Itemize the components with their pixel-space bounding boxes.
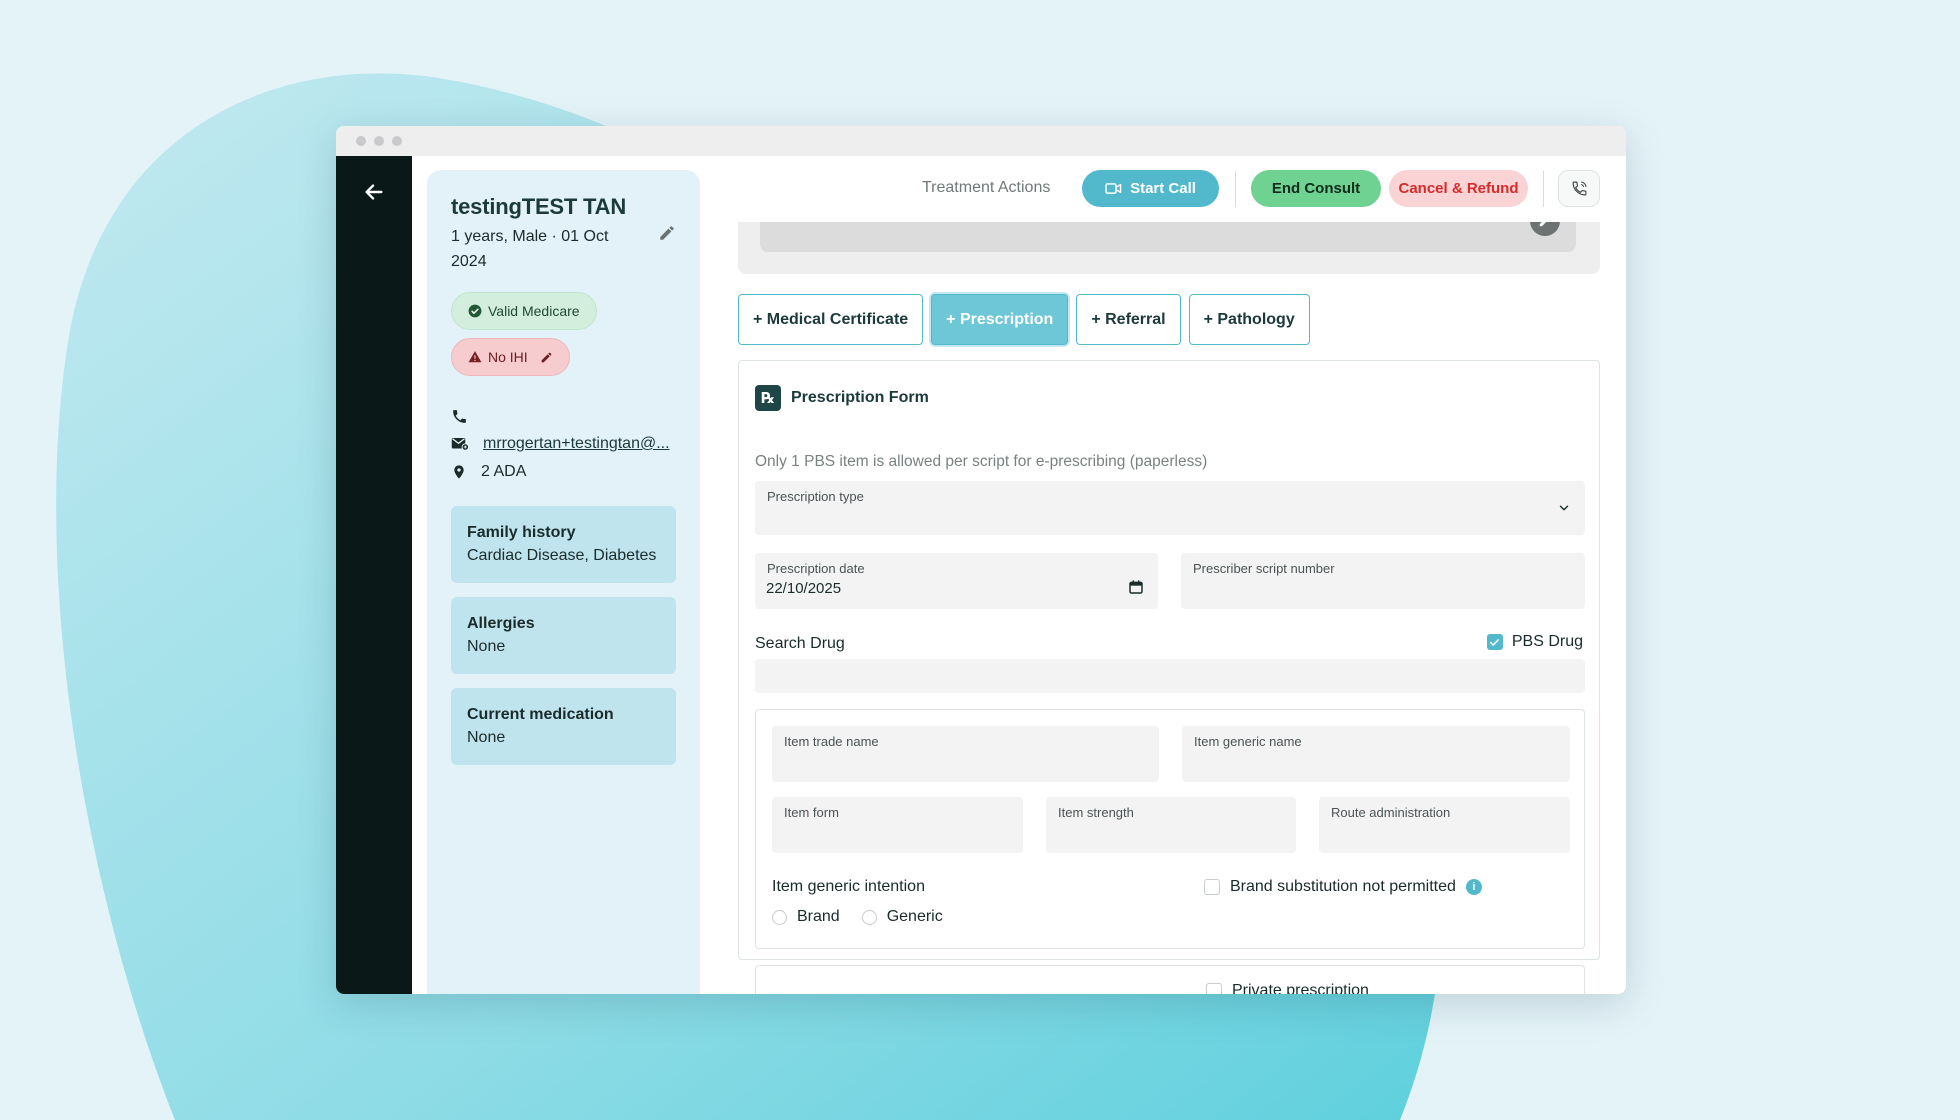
email-link[interactable]: mrrogertan+testingtan@... bbox=[483, 435, 675, 453]
start-call-button[interactable]: Start Call bbox=[1082, 170, 1219, 207]
item-form-label: Item form bbox=[784, 805, 839, 820]
patient-panel: testingTEST TAN 1 years, Male · 01 Oct 2… bbox=[427, 170, 700, 994]
tab-medical-certificate[interactable]: + Medical Certificate bbox=[738, 294, 924, 345]
additional-details-card: Private prescription bbox=[755, 965, 1585, 994]
start-call-label: Start Call bbox=[1130, 180, 1196, 197]
search-drug-input[interactable] bbox=[755, 659, 1585, 693]
prescription-date-field[interactable]: Prescription date 22/10/2025 bbox=[755, 553, 1158, 609]
location-pin-icon bbox=[454, 465, 464, 479]
address-row: 2 ADA bbox=[451, 458, 676, 486]
check-icon bbox=[1490, 638, 1500, 646]
check-circle-icon bbox=[468, 304, 482, 318]
item-generic-name-label: Item generic name bbox=[1194, 734, 1302, 749]
prescriber-script-number-field[interactable]: Prescriber script number bbox=[1181, 553, 1585, 609]
medicare-badge: Valid Medicare bbox=[451, 292, 597, 330]
generic-option-label: Generic bbox=[886, 908, 943, 925]
item-details-card: Item trade name Item generic name Item f… bbox=[755, 709, 1585, 949]
route-administration-field[interactable]: Route administration bbox=[1319, 797, 1570, 853]
toolbar-divider bbox=[1543, 171, 1544, 207]
generic-intention-options: Brand Generic bbox=[772, 908, 943, 926]
brand-option-label: Brand bbox=[797, 908, 840, 925]
treatment-actions-label: Treatment Actions bbox=[922, 179, 1051, 196]
item-generic-name-field[interactable]: Item generic name bbox=[1182, 726, 1570, 782]
document-tabs: + Medical Certificate + Prescription + R… bbox=[738, 294, 1310, 345]
prescription-date-value: 22/10/2025 bbox=[766, 580, 842, 597]
private-prescription-checkbox[interactable] bbox=[1206, 983, 1222, 994]
patient-name: testingTEST TAN bbox=[451, 194, 627, 219]
generic-intention-label: Item generic intention bbox=[772, 878, 925, 895]
family-history-card: Family history Cardiac Disease, Diabetes bbox=[451, 506, 676, 583]
window-dot bbox=[356, 136, 366, 146]
current-medication-label: Current medication bbox=[467, 706, 614, 723]
address-value: 2 ADA bbox=[481, 463, 527, 480]
pbs-drug-checkbox[interactable]: PBS Drug bbox=[1486, 633, 1583, 651]
window-titlebar bbox=[336, 126, 1626, 156]
toolbar-divider bbox=[1235, 171, 1236, 207]
tab-pathology[interactable]: + Pathology bbox=[1188, 294, 1310, 345]
email-row: mrrogertan+testingtan@... bbox=[451, 430, 676, 458]
family-history-label: Family history bbox=[467, 524, 576, 541]
back-button[interactable] bbox=[360, 178, 388, 206]
allergies-value: None bbox=[467, 638, 506, 655]
private-prescription-label: Private prescription bbox=[1232, 982, 1369, 994]
brand-substitution-row: Brand substitution not permitted i bbox=[1204, 878, 1482, 896]
rx-icon: ℞ bbox=[755, 385, 781, 411]
window-dot bbox=[392, 136, 402, 146]
pencil-icon[interactable] bbox=[540, 351, 553, 364]
tab-referral[interactable]: + Referral bbox=[1076, 294, 1181, 345]
app-body: testingTEST TAN 1 years, Male · 01 Oct 2… bbox=[336, 156, 1626, 994]
pbs-drug-label: PBS Drug bbox=[1511, 633, 1583, 650]
video-camera-icon bbox=[1105, 183, 1122, 194]
brand-substitution-label: Brand substitution not permitted bbox=[1230, 878, 1456, 895]
chevron-down-icon bbox=[1559, 505, 1569, 511]
prescription-date-label: Prescription date bbox=[767, 561, 865, 576]
patient-meta: 1 years, Male · 01 Oct 2024 bbox=[451, 228, 609, 270]
phone-call-button[interactable] bbox=[1558, 170, 1600, 207]
current-medication-card: Current medication None bbox=[451, 688, 676, 765]
left-rail bbox=[336, 156, 412, 994]
info-icon[interactable]: i bbox=[1465, 879, 1482, 895]
brand-radio[interactable] bbox=[772, 909, 787, 925]
prescription-type-select[interactable]: Prescription type bbox=[755, 481, 1585, 535]
item-trade-name-field[interactable]: Item trade name bbox=[772, 726, 1159, 782]
email-icon bbox=[451, 438, 469, 451]
tab-prescription[interactable]: + Prescription bbox=[931, 294, 1069, 345]
item-trade-name-label: Item trade name bbox=[784, 734, 879, 749]
form-title: Prescription Form bbox=[791, 389, 929, 406]
prescription-type-label: Prescription type bbox=[767, 489, 864, 504]
brand-substitution-checkbox[interactable] bbox=[1204, 879, 1220, 895]
phone-icon bbox=[453, 409, 466, 423]
end-consult-button[interactable]: End Consult bbox=[1251, 170, 1381, 207]
item-strength-label: Item strength bbox=[1058, 805, 1134, 820]
pencil-icon[interactable] bbox=[658, 224, 676, 242]
form-note: Only 1 PBS item is allowed per script fo… bbox=[755, 453, 1208, 470]
generic-radio[interactable] bbox=[861, 909, 877, 925]
ihi-badge[interactable]: No IHI bbox=[451, 338, 570, 376]
phone-row bbox=[451, 402, 676, 430]
item-strength-field[interactable]: Item strength bbox=[1046, 797, 1296, 853]
top-toolbar: Treatment Actions Start Call End Consult… bbox=[700, 156, 1626, 222]
allergies-label: Allergies bbox=[467, 615, 535, 632]
allergies-card: Allergies None bbox=[451, 597, 676, 674]
warning-icon bbox=[468, 351, 482, 363]
search-drug-label: Search Drug bbox=[755, 635, 845, 652]
ihi-badge-label: No IHI bbox=[488, 349, 528, 365]
private-prescription-row: Private prescription bbox=[1206, 982, 1369, 994]
medicare-badge-label: Valid Medicare bbox=[488, 303, 580, 319]
family-history-value: Cardiac Disease, Diabetes bbox=[467, 547, 657, 564]
pbs-drug-check[interactable] bbox=[1486, 634, 1503, 650]
current-medication-value: None bbox=[467, 729, 506, 746]
route-administration-label: Route administration bbox=[1331, 805, 1451, 820]
prescription-form: ℞ Prescription Form Only 1 PBS item is a… bbox=[738, 360, 1600, 994]
form-header: ℞ Prescription Form bbox=[755, 385, 929, 411]
item-form-field[interactable]: Item form bbox=[772, 797, 1023, 853]
app-window: testingTEST TAN 1 years, Male · 01 Oct 2… bbox=[336, 126, 1626, 994]
main-panel: defsefada Treatment Actions Start Call E… bbox=[700, 156, 1626, 994]
window-dot bbox=[374, 136, 384, 146]
back-arrow-icon bbox=[365, 184, 383, 200]
prescriber-script-number-label: Prescriber script number bbox=[1193, 561, 1335, 576]
phone-icon bbox=[1572, 181, 1586, 196]
calendar-icon[interactable] bbox=[1128, 579, 1144, 595]
cancel-refund-button[interactable]: Cancel & Refund bbox=[1389, 170, 1528, 207]
